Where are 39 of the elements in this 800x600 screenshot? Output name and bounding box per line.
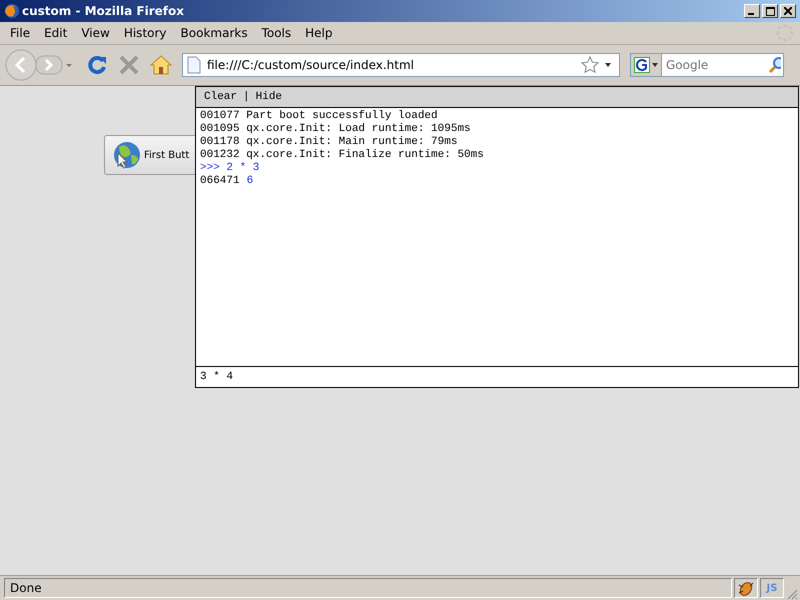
menu-item[interactable]: Tools: [256, 26, 298, 40]
menu-item[interactable]: History: [118, 26, 173, 40]
search-bar[interactable]: Google: [630, 53, 784, 77]
console-action-link[interactable]: Clear: [204, 91, 238, 103]
home-icon[interactable]: [150, 54, 172, 76]
console-action-link[interactable]: Hide: [256, 91, 282, 103]
close-button[interactable]: [780, 4, 796, 18]
status-text: Done: [4, 578, 732, 598]
first-button[interactable]: First Butt: [104, 135, 195, 175]
timestamp-text: 066471: [200, 175, 240, 188]
page-icon: [187, 56, 201, 74]
menu-item[interactable]: File: [4, 26, 36, 40]
reload-icon[interactable]: [86, 54, 108, 76]
dropdown-icon[interactable]: [605, 62, 613, 68]
close-icon: [784, 7, 792, 15]
bug-icon[interactable]: [734, 578, 758, 598]
g-logo-icon: [634, 57, 650, 73]
maximize-button[interactable]: [762, 4, 778, 18]
log-line: 001077 Part boot successfully loaded: [200, 110, 438, 123]
window-title: custom - Mozilla Firefox: [22, 4, 185, 18]
maximize-icon: [766, 6, 774, 16]
resize-grip-icon[interactable]: [786, 588, 798, 600]
log-line: 001232 qx.core.Init: Finalize runtime: 50ms: [200, 149, 484, 162]
log-line: 001178 qx.core.Init: Main runtime: 79ms: [200, 136, 458, 149]
search-icon[interactable]: [768, 56, 781, 74]
search-engine-button[interactable]: [631, 54, 662, 76]
menu-item[interactable]: Help: [299, 26, 338, 40]
menu-item[interactable]: Edit: [38, 26, 74, 40]
menu-item[interactable]: Bookmarks: [174, 26, 254, 40]
url-text: file:///C:/custom/source/index.html: [207, 58, 416, 72]
minimize-button[interactable]: [744, 4, 760, 18]
menu-item[interactable]: View: [75, 26, 116, 40]
log-line: 001095 qx.core.Init: Load runtime: 1095ms: [200, 123, 471, 136]
address-field[interactable]: file:///C:/custom/source/index.html: [182, 53, 620, 77]
result-text: 6: [246, 175, 254, 188]
command-line: >>> 2 * 3: [200, 162, 260, 175]
separator-text: |: [243, 91, 250, 103]
star-icon[interactable]: [581, 56, 599, 74]
dropdown-icon: [652, 63, 658, 67]
